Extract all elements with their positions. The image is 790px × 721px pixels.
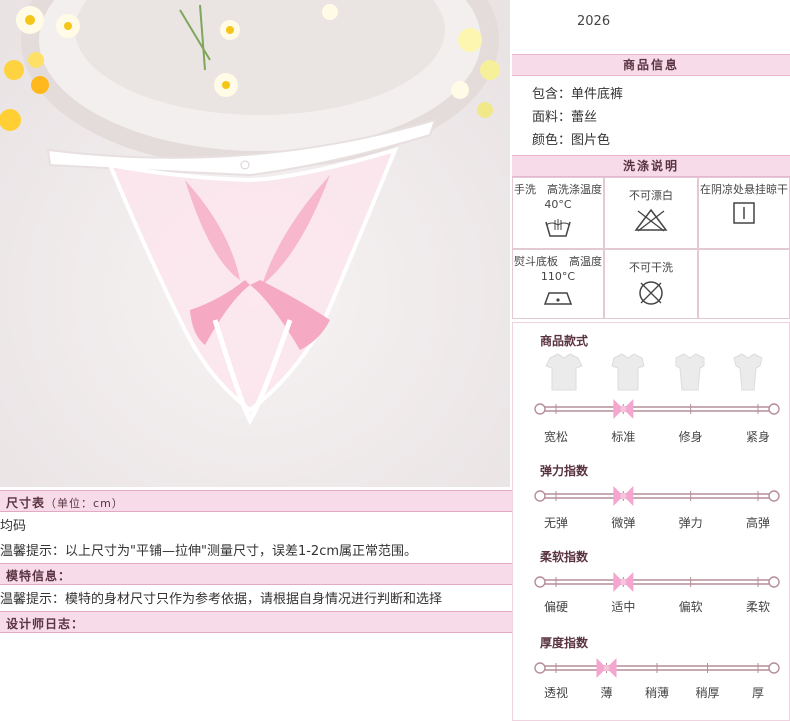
- scale-end-right-ornament: [768, 403, 780, 415]
- scale-label: 柔软: [745, 600, 770, 614]
- tight-shirt-icon: [733, 353, 763, 391]
- size-table-title: 尺寸表: [6, 496, 46, 510]
- care-text: 不可干洗: [629, 261, 673, 274]
- model-tip: 温馨提示：模特的身材尺寸只作为参考依据，请根据自身情况进行判断和选择: [0, 592, 443, 607]
- scale-end-right-ornament: [768, 662, 780, 674]
- care-cell-iron: 熨斗底板 高温度110°C: [512, 249, 604, 319]
- scale-label: 弹力: [678, 516, 703, 530]
- lace-panty-image: [0, 0, 510, 487]
- scale-end-left-ornament: [534, 576, 546, 588]
- scale-label: 透视: [543, 686, 568, 700]
- info-row-fabric: 面料：蕾丝: [532, 106, 597, 125]
- hang-dry-icon: [733, 202, 755, 224]
- loose-shirt-icon: [545, 353, 583, 391]
- info-row-color: 颜色：图片色: [532, 129, 610, 148]
- softness-scale-bar: [534, 572, 780, 592]
- product-photo: [0, 0, 510, 487]
- scale-end-right-ornament: [768, 576, 780, 588]
- info-value: 蕾丝: [571, 110, 598, 125]
- selected-bow-marker: [596, 658, 617, 678]
- softness-section-title: 柔软指数: [540, 550, 589, 564]
- slim-shirt-icon: [675, 353, 705, 391]
- thickness-labels: 透视 薄 稍薄 稍厚 厚: [532, 684, 782, 702]
- scale-label: 无弹: [543, 516, 568, 530]
- selected-bow-marker: [613, 486, 634, 506]
- info-value: 单件底裤: [571, 87, 624, 102]
- model-info-header: 模特信息：: [0, 563, 512, 585]
- care-text: 熨斗底板 高温度110°C: [514, 255, 602, 283]
- scale-label: 修身: [678, 430, 703, 444]
- info-label: 面料：: [532, 110, 572, 125]
- style-labels: 宽松 标准 修身 紧身: [532, 428, 782, 446]
- scale-label: 稍厚: [695, 686, 720, 700]
- product-detail-panel: 2026 商品信息 包含：单件底裤 面料：蕾丝 颜色：图片色 洗涤说明 手洗 高…: [512, 0, 790, 721]
- scale-label: 稍薄: [644, 686, 669, 700]
- softness-labels: 偏硬 适中 偏软 柔软: [532, 598, 782, 616]
- care-cell-no-bleach: 不可漂白: [604, 177, 698, 249]
- scale-label: 高弹: [745, 516, 770, 530]
- designer-log-header: 设计师日志：: [0, 611, 512, 633]
- info-label: 包含：: [532, 87, 572, 102]
- style-section-title: 商品款式: [540, 334, 589, 348]
- care-cell-hang-dry: 在阴凉处悬挂晾干: [698, 177, 790, 249]
- thickness-section-title: 厚度指数: [540, 636, 589, 650]
- no-bleach-icon: [634, 208, 668, 232]
- selected-bow-marker: [613, 572, 634, 592]
- scale-label: 薄: [600, 686, 613, 700]
- scale-end-left-ornament: [534, 403, 546, 415]
- info-value: 图片色: [571, 133, 611, 148]
- selected-bow-marker: [613, 399, 634, 419]
- elasticity-labels: 无弹 微弹 弹力 高弹: [532, 514, 782, 532]
- iron-icon: [543, 292, 573, 305]
- scale-label: 适中: [611, 600, 636, 614]
- care-cell-empty: [698, 249, 790, 319]
- care-text: 在阴凉处悬挂晾干: [700, 183, 788, 196]
- product-info-header: 商品信息: [512, 54, 790, 76]
- no-dryclean-icon: [639, 281, 663, 305]
- elasticity-section-title: 弹力指数: [540, 464, 589, 478]
- scale-label: 微弹: [611, 516, 636, 530]
- size-table-header: 尺寸表（单位：cm）: [0, 490, 512, 512]
- care-cell-handwash: 手洗 高洗涤温度40°C: [512, 177, 604, 249]
- info-label: 颜色：: [532, 133, 572, 148]
- handwash-icon: [545, 219, 571, 237]
- scale-label: 偏硬: [543, 600, 568, 614]
- scale-label: 紧身: [745, 430, 770, 444]
- washing-header: 洗涤说明: [512, 155, 790, 177]
- designer-log-title: 设计师日志：: [6, 617, 85, 631]
- scale-end-left-ornament: [534, 662, 546, 674]
- scale-label: 偏软: [678, 600, 703, 614]
- shirt-style-icons: [545, 353, 763, 391]
- care-text: 不可漂白: [629, 189, 673, 202]
- care-text: 手洗 高洗涤温度40°C: [514, 183, 602, 211]
- size-tip: 温馨提示：以上尺寸为"平铺—拉伸"测量尺寸，误差1-2cm属正常范围。: [0, 544, 418, 559]
- scale-label: 宽松: [543, 430, 568, 444]
- size-row: 均码: [0, 519, 27, 534]
- care-cell-no-dryclean: 不可干洗: [604, 249, 698, 319]
- info-row-contents: 包含：单件底裤: [532, 83, 623, 102]
- size-unit: （单位：cm）: [45, 497, 124, 510]
- model-info-title: 模特信息：: [6, 569, 72, 583]
- scale-label: 厚: [751, 686, 764, 700]
- scale-end-right-ornament: [768, 490, 780, 502]
- thickness-scale-bar: [534, 658, 780, 678]
- product-code: 2026: [577, 14, 611, 29]
- style-scale-bar: [534, 399, 780, 419]
- elasticity-scale-bar: [534, 486, 780, 506]
- scale-end-left-ornament: [534, 490, 546, 502]
- standard-shirt-icon: [611, 353, 645, 391]
- scale-label: 标准: [611, 430, 636, 444]
